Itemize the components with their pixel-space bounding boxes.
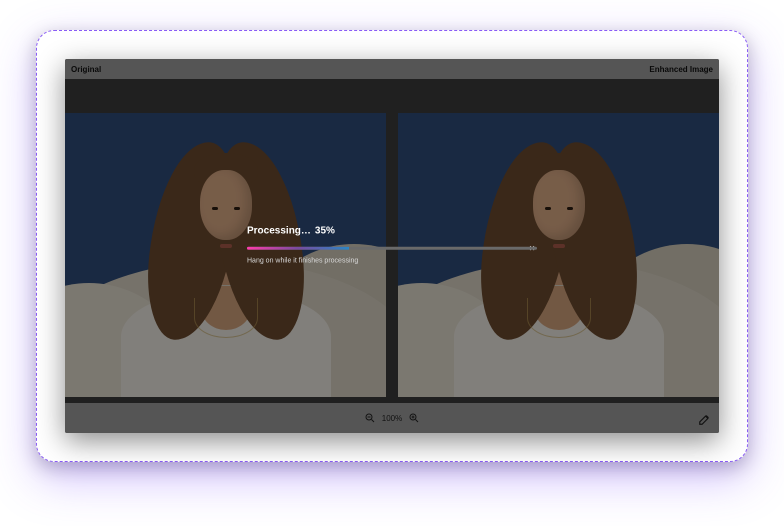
app-window: Original Enhanced Image bbox=[65, 59, 719, 433]
processing-title: Processing… 35% bbox=[247, 226, 537, 237]
processing-percent: 35% bbox=[315, 226, 335, 237]
progress-fill bbox=[247, 247, 349, 250]
processing-modal: Processing… 35% × Hang on while it finis… bbox=[247, 226, 537, 265]
processing-title-prefix: Processing… bbox=[247, 226, 311, 237]
dashed-frame: Original Enhanced Image bbox=[36, 30, 748, 462]
progress-bar bbox=[247, 247, 537, 250]
processing-hint: Hang on while it finishes processing bbox=[247, 258, 537, 265]
